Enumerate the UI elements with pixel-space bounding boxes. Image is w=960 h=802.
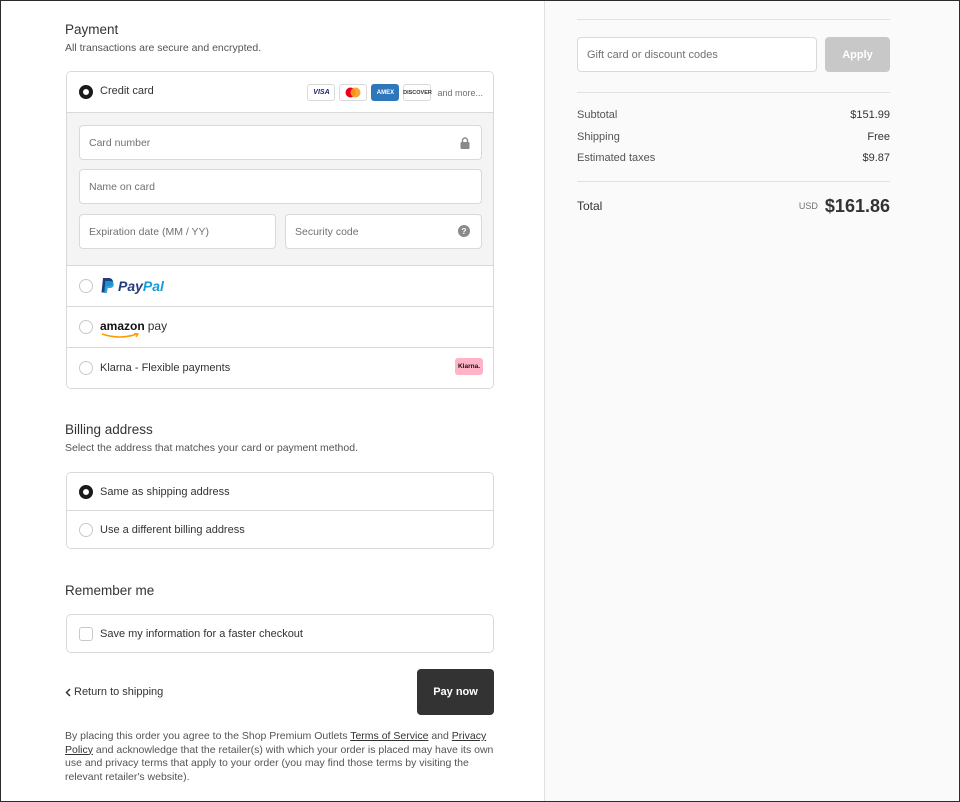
remember-option[interactable]: Save my information for a faster checkou… [66, 614, 494, 653]
remember-label: Save my information for a faster checkou… [100, 628, 303, 640]
billing-subtext: Select the address that matches your car… [65, 442, 358, 454]
payment-heading: Payment [65, 22, 119, 37]
expiration-date-field[interactable] [79, 214, 276, 249]
credit-card-fields: ? [67, 113, 493, 266]
shipping-value: Free [867, 131, 890, 143]
taxes-row: Estimated taxes $9.87 [577, 150, 890, 166]
amazon-brand-text: amazon [100, 319, 145, 333]
chevron-left-icon [65, 687, 71, 697]
paypal-brand-pay: Pay [118, 277, 143, 294]
billing-heading: Billing address [65, 422, 153, 437]
paypal-icon [101, 278, 114, 293]
billing-different-label: Use a different billing address [100, 524, 245, 536]
legal-part-1: By placing this order you agree to the S… [65, 730, 351, 742]
shipping-label: Shipping [577, 131, 620, 143]
klarna-label: Klarna - Flexible payments [100, 362, 231, 374]
total-row: Total USD $161.86 [577, 193, 890, 219]
legal-text: By placing this order you agree to the S… [65, 730, 497, 784]
pay-now-button[interactable]: Pay now [417, 669, 494, 715]
billing-same-label: Same as shipping address [100, 486, 230, 498]
svg-text:?: ? [461, 226, 466, 236]
paypal-radio[interactable] [79, 279, 93, 293]
name-on-card-field[interactable] [79, 169, 482, 204]
billing-same-radio[interactable] [79, 485, 93, 499]
terms-of-service-link[interactable]: Terms of Service [350, 730, 428, 742]
klarna-icon: Klarna. [455, 358, 483, 375]
klarna-radio[interactable] [79, 361, 93, 375]
card-number-field[interactable] [79, 125, 482, 160]
visa-icon: VISA [307, 84, 336, 101]
taxes-label: Estimated taxes [577, 152, 656, 164]
paypal-option[interactable]: PayPal [67, 266, 493, 307]
amazon-smile-icon [101, 333, 140, 338]
lock-icon [460, 137, 470, 149]
return-to-shipping-label: Return to shipping [74, 686, 164, 698]
credit-card-option[interactable]: Credit card VISA AMEX DISCOVER and more.… [67, 72, 493, 113]
amazon-pay-text: pay [147, 319, 168, 333]
paypal-logo: PayPal [100, 277, 164, 294]
mastercard-icon [339, 84, 368, 101]
amex-icon: AMEX [371, 84, 400, 101]
billing-different-option[interactable]: Use a different billing address [67, 511, 493, 548]
credit-card-label: Credit card [100, 85, 154, 97]
remember-heading: Remember me [65, 583, 155, 598]
security-code-field[interactable] [285, 214, 482, 249]
help-icon[interactable]: ? [458, 225, 470, 237]
billing-options: Same as shipping address Use a different… [66, 472, 494, 549]
card-logos: VISA AMEX DISCOVER and more... [307, 84, 483, 101]
total-value: $161.86 [824, 195, 890, 216]
legal-part-3: and acknowledge that the retailer(s) wit… [65, 743, 494, 783]
amazon-pay-radio[interactable] [79, 320, 93, 334]
summary-divider-total [577, 181, 890, 182]
subtotal-label: Subtotal [577, 109, 618, 121]
klarna-option[interactable]: Klarna - Flexible payments Klarna. [67, 348, 493, 388]
currency-code: USD [798, 201, 818, 211]
order-summary: Apply Subtotal $151.99 Shipping Free Est… [544, 1, 959, 801]
return-to-shipping-link[interactable]: Return to shipping [65, 684, 163, 700]
billing-different-radio[interactable] [79, 523, 93, 537]
legal-part-2: and [428, 730, 452, 742]
billing-same-option[interactable]: Same as shipping address [67, 473, 493, 511]
taxes-value: $9.87 [862, 152, 890, 164]
paypal-brand-pal: Pal [142, 277, 164, 294]
more-cards-text: and more... [437, 87, 483, 98]
discover-icon: DISCOVER [403, 84, 432, 101]
gift-card-input[interactable] [577, 37, 817, 72]
summary-divider-top [577, 19, 890, 20]
apply-button[interactable]: Apply [825, 37, 890, 72]
subtotal-value: $151.99 [850, 109, 890, 121]
amazon-pay-option[interactable]: amazon pay [67, 307, 493, 348]
credit-card-radio[interactable] [79, 85, 93, 99]
subtotal-row: Subtotal $151.99 [577, 107, 890, 123]
checkout-page: Payment All transactions are secure and … [0, 0, 960, 802]
payment-subtext: All transactions are secure and encrypte… [65, 42, 262, 54]
shipping-row: Shipping Free [577, 129, 890, 145]
remember-checkbox[interactable] [79, 627, 93, 641]
total-label: Total [577, 199, 603, 213]
payment-methods: Credit card VISA AMEX DISCOVER and more.… [66, 71, 494, 389]
summary-divider [577, 92, 890, 93]
amazon-pay-logo: amazon pay [100, 319, 168, 338]
